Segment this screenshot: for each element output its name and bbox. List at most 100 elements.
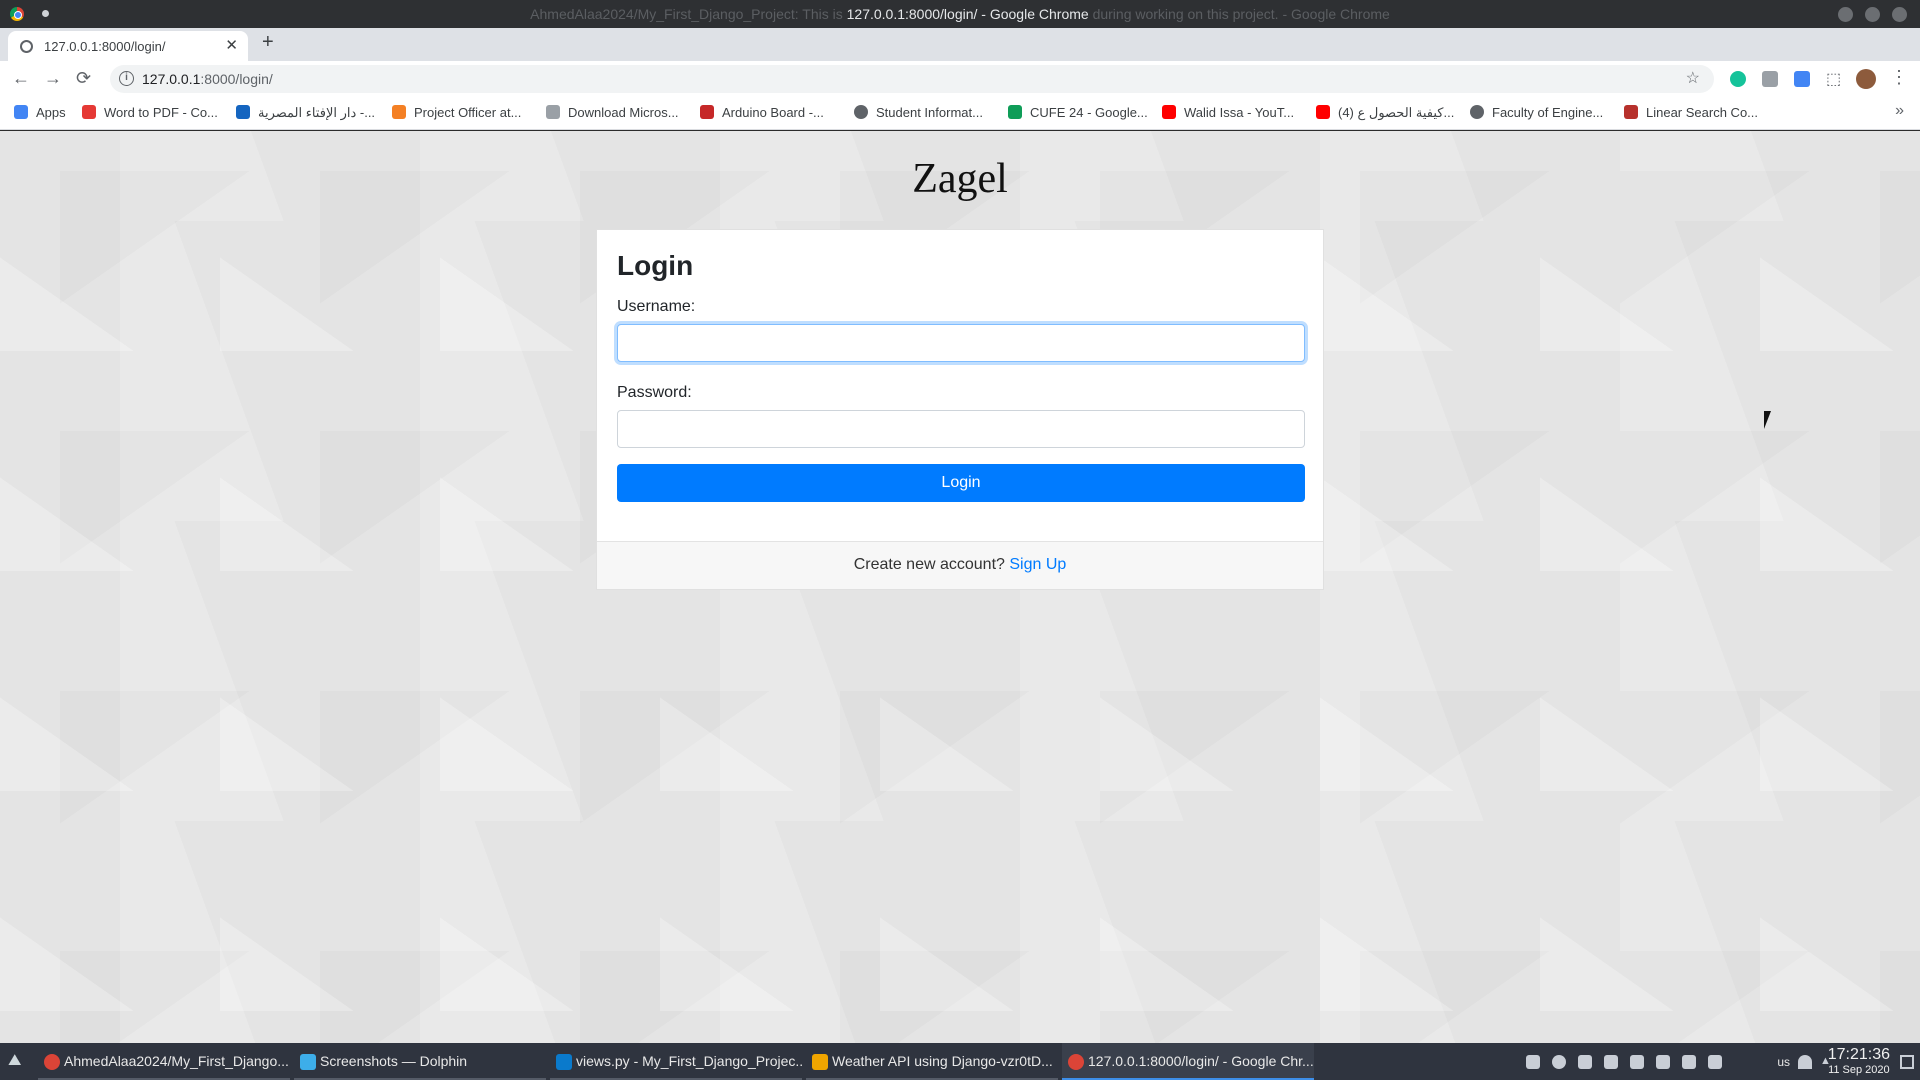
bookmark-student-information[interactable]: Student Informat... — [854, 105, 983, 123]
password-input[interactable] — [617, 410, 1305, 448]
taskbar-item-dolphin[interactable]: Screenshots — Dolphin — [294, 1043, 546, 1080]
bookmark-label: Apps — [36, 105, 66, 120]
youtube-icon — [1162, 105, 1176, 119]
bookmark-cufe-24[interactable]: CUFE 24 - Google... — [1008, 105, 1148, 123]
globe-icon — [20, 40, 33, 53]
bookmark-arduino[interactable]: Arduino Board -... — [700, 105, 824, 123]
bookmark-walid-issa[interactable]: Walid Issa - YouT... — [1162, 105, 1294, 123]
clock-date: 11 Sep 2020 — [1828, 1064, 1890, 1076]
youtube-icon — [1316, 105, 1330, 119]
username-input[interactable] — [617, 324, 1305, 362]
edx-icon — [1624, 105, 1638, 119]
bookmark-label: Word to PDF - Co... — [104, 105, 218, 120]
globe-icon — [854, 105, 868, 119]
postgres-icon[interactable] — [1578, 1055, 1592, 1069]
bookmark-label: Faculty of Engine... — [1492, 105, 1604, 120]
url-host: 127.0.0.1 — [142, 71, 201, 87]
site-title: Zagel — [912, 156, 1008, 202]
mouse-cursor-icon — [1764, 411, 1771, 429]
battery-icon[interactable] — [1682, 1055, 1696, 1069]
keyboard-layout[interactable]: us — [1777, 1055, 1790, 1069]
bookmark-youtube-arabic[interactable]: (4) كيفية الحصول ع... — [1316, 105, 1454, 123]
back-button[interactable]: ← — [12, 68, 30, 89]
taskbar-item-video-player[interactable]: Weather API using Django-vzr0tD... — [806, 1043, 1058, 1080]
window-title-main: 127.0.0.1:8000/login/ - Google Chrome — [846, 6, 1089, 22]
profile-avatar[interactable] — [1856, 69, 1876, 89]
login-heading: Login — [617, 250, 694, 281]
signup-link[interactable]: Sign Up — [1009, 556, 1066, 573]
login-button[interactable]: Login — [617, 464, 1305, 502]
site-info-icon[interactable]: i — [119, 71, 134, 86]
bookmark-apps[interactable]: Apps — [14, 105, 66, 123]
bookmark-download-microsoft[interactable]: Download Micros... — [546, 105, 679, 123]
minimize-button[interactable] — [1838, 7, 1853, 22]
tab-strip: 127.0.0.1:8000/login/ ✕ + — [0, 28, 1920, 61]
tab-title: 127.0.0.1:8000/login/ — [44, 39, 166, 54]
address-bar[interactable]: i 127.0.0.1:8000/login/ ☆ — [110, 65, 1714, 93]
bookmark-label: Project Officer at... — [414, 105, 522, 120]
pause-icon[interactable] — [1552, 1055, 1566, 1069]
tab-login[interactable]: 127.0.0.1:8000/login/ ✕ — [8, 31, 248, 61]
taskbar-item-label: Screenshots — Dolphin — [320, 1053, 468, 1069]
clipboard-icon[interactable] — [1630, 1055, 1644, 1069]
bookmark-dar-al-ifta[interactable]: دار الإفتاء المصرية -... — [236, 105, 375, 123]
bookmark-word-to-pdf[interactable]: Word to PDF - Co... — [82, 105, 218, 123]
bookmark-linear-search[interactable]: Linear Search Co... — [1624, 105, 1758, 123]
bookmark-label: Linear Search Co... — [1646, 105, 1759, 120]
dolphin-icon — [300, 1054, 316, 1070]
taskbar-item-github-chrome[interactable]: AhmedAlaa2024/My_First_Django... — [38, 1043, 290, 1080]
wifi-icon[interactable] — [1798, 1055, 1812, 1069]
clock-time: 17:21:36 — [1827, 1046, 1890, 1063]
clock[interactable]: 17:21:36 11 Sep 2020 — [1828, 1046, 1890, 1076]
storage-icon[interactable] — [1708, 1055, 1722, 1069]
translate-extension-icon[interactable] — [1794, 71, 1810, 87]
taskbar-item-label: views.py - My_First_Django_Projec... — [576, 1053, 802, 1069]
bookmark-label: Arduino Board -... — [722, 105, 824, 120]
close-window-button[interactable] — [1892, 7, 1907, 22]
apps-grid-icon — [14, 105, 28, 119]
bookmark-label: CUFE 24 - Google... — [1030, 105, 1148, 120]
stackoverflow-icon — [392, 105, 406, 119]
user-icon[interactable] — [1604, 1055, 1618, 1069]
bookmarks-bar: Apps Word to PDF - Co... دار الإفتاء الم… — [0, 97, 1920, 130]
bookmark-faculty-of-engineering[interactable]: Faculty of Engine... — [1470, 105, 1603, 123]
taskbar-item-vscode[interactable]: views.py - My_First_Django_Projec... — [550, 1043, 802, 1080]
chrome-menu-icon[interactable]: ⋮ — [1890, 67, 1908, 87]
create-account-text: Create new account? — [853, 556, 1005, 573]
notifications-bell-icon[interactable] — [1526, 1055, 1540, 1069]
chrome-icon — [44, 1054, 60, 1070]
bookmark-label: Walid Issa - YouT... — [1184, 105, 1295, 120]
tab-close-icon[interactable]: ✕ — [225, 36, 238, 54]
bookmark-label: دار الإفتاء المصرية -... — [258, 105, 376, 120]
taskbar-item-chrome-login[interactable]: 127.0.0.1:8000/login/ - Google Chr... — [1062, 1043, 1314, 1080]
reload-button[interactable]: ⟳ — [76, 68, 91, 89]
url-path: :8000/login/ — [200, 71, 273, 87]
extensions-puzzle-icon[interactable]: ⬚ — [1826, 69, 1842, 88]
forward-button[interactable]: → — [44, 68, 62, 89]
video-player-icon — [812, 1054, 828, 1070]
new-tab-button[interactable]: + — [262, 31, 274, 54]
window-title: AhmedAlaa2024/My_First_Django_Project: T… — [0, 6, 1920, 22]
vscode-icon — [556, 1054, 572, 1070]
chrome-icon — [1068, 1054, 1084, 1070]
image-extension-icon[interactable] — [1762, 71, 1778, 87]
app-launcher-icon[interactable]: ⛰ — [8, 1052, 21, 1070]
arduino-icon — [700, 105, 714, 119]
bookmark-label: Download Micros... — [568, 105, 679, 120]
window-titlebar: AhmedAlaa2024/My_First_Django_Project: T… — [0, 0, 1920, 28]
volume-icon[interactable] — [1656, 1055, 1670, 1069]
window-title-prefix: AhmedAlaa2024/My_First_Django_Project: T… — [530, 6, 843, 22]
url-text[interactable]: 127.0.0.1:8000/login/ — [142, 71, 273, 87]
bookmark-project-officer[interactable]: Project Officer at... — [392, 105, 521, 123]
grammarly-extension-icon[interactable] — [1730, 71, 1746, 87]
taskbar: ⛰ AhmedAlaa2024/My_First_Django... Scree… — [0, 1043, 1920, 1080]
page-viewport: Zagel Login Username: Password: Login Cr… — [0, 131, 1920, 1043]
password-label: Password: — [617, 384, 692, 401]
maximize-button[interactable] — [1865, 7, 1880, 22]
show-desktop-icon[interactable] — [1900, 1055, 1914, 1069]
bookmark-star-icon[interactable]: ☆ — [1686, 68, 1700, 88]
username-label: Username: — [617, 298, 696, 315]
word-to-pdf-icon — [82, 105, 96, 119]
bookmarks-overflow-icon[interactable]: » — [1895, 102, 1904, 120]
taskbar-item-label: 127.0.0.1:8000/login/ - Google Chr... — [1088, 1053, 1314, 1069]
